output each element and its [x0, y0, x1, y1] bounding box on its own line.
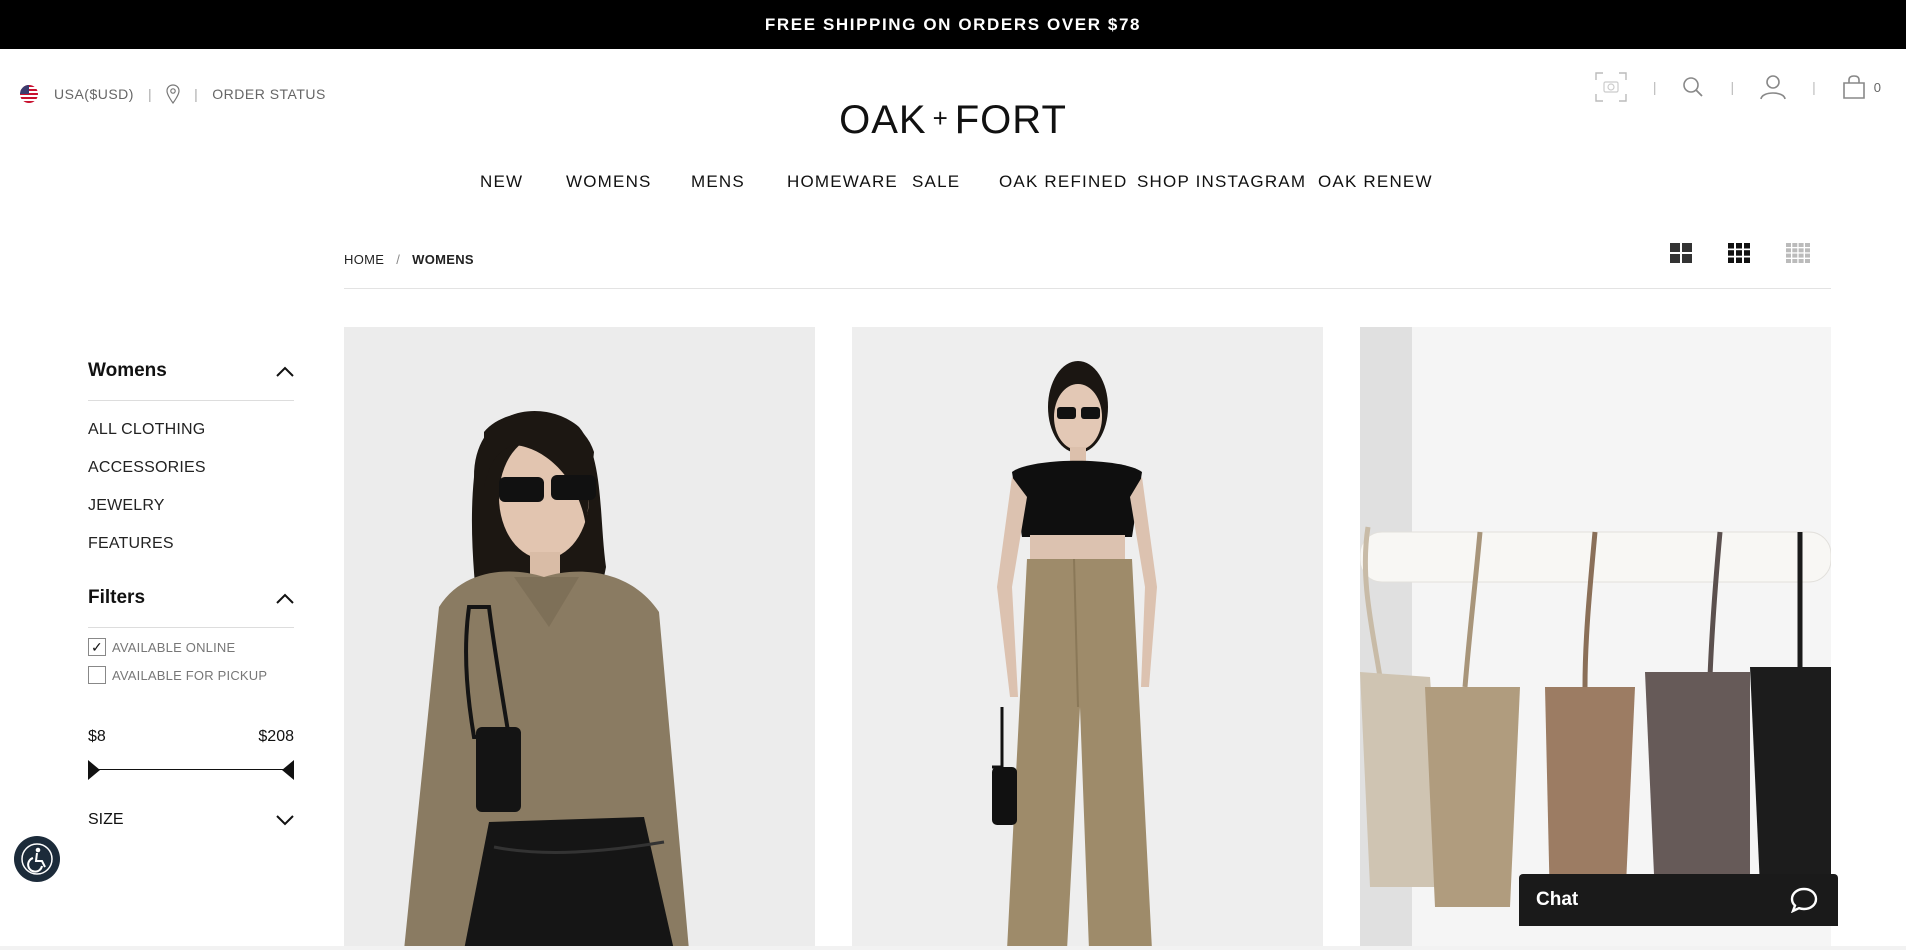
product-card[interactable]: [852, 327, 1323, 950]
filter-available-online[interactable]: ✓ AVAILABLE ONLINE: [88, 638, 294, 656]
checkbox-available-pickup[interactable]: [88, 666, 106, 684]
filters-title: Filters: [88, 587, 146, 608]
slider-track: [94, 769, 288, 770]
breadcrumb-divider: [344, 288, 1831, 289]
main-nav: NEW WOMENS MENS HOMEWARE SALE OAK REFINE…: [0, 172, 1906, 196]
account-icon[interactable]: [1760, 74, 1786, 100]
grid-4-icon[interactable]: [1786, 243, 1810, 263]
filter-available-pickup[interactable]: AVAILABLE FOR PICKUP: [88, 666, 294, 684]
price-max: $208: [258, 728, 294, 745]
size-label: SIZE: [88, 811, 124, 828]
logo-word-right: FORT: [954, 98, 1067, 142]
chevron-up-icon[interactable]: [276, 366, 294, 377]
category-links: ALL CLOTHING ACCESSORIES JEWELRY FEATURE…: [88, 401, 294, 553]
divider: |: [1730, 79, 1735, 95]
sidebar: Womens ALL CLOTHING ACCESSORIES JEWELRY …: [88, 360, 294, 829]
product-image: [344, 327, 815, 950]
chat-widget[interactable]: Chat: [1519, 874, 1838, 926]
product-image: [1360, 327, 1831, 950]
nav-item-mens[interactable]: MENS: [691, 172, 745, 192]
view-toggles: [1670, 243, 1810, 263]
nav-item-oak-renew[interactable]: OAK RENEW: [1318, 172, 1433, 192]
accessibility-button[interactable]: [14, 836, 60, 882]
chat-bubble-icon: [1790, 887, 1818, 913]
chat-label: Chat: [1536, 889, 1579, 910]
filters-header[interactable]: Filters: [88, 587, 294, 628]
sidebar-link-accessories[interactable]: ACCESSORIES: [88, 459, 294, 477]
price-slider[interactable]: [88, 759, 294, 781]
sidebar-link-jewelry[interactable]: JEWELRY: [88, 497, 294, 515]
grid-3-icon[interactable]: [1728, 243, 1750, 263]
category-title: Womens: [88, 360, 167, 381]
filter-label: AVAILABLE ONLINE: [112, 639, 236, 655]
grid-2-icon[interactable]: [1670, 243, 1692, 263]
page-bottom-edge: [0, 946, 1906, 950]
nav-item-homeware[interactable]: HOMEWARE: [787, 172, 898, 192]
chevron-down-icon[interactable]: [276, 814, 294, 826]
logo-plus: +: [932, 103, 949, 133]
divider: |: [1812, 79, 1816, 95]
cart-icon[interactable]: [1842, 75, 1866, 99]
nav-item-new[interactable]: NEW: [480, 172, 523, 192]
promo-text: FREE SHIPPING ON ORDERS OVER $78: [764, 14, 1142, 34]
nav-item-sale[interactable]: SALE: [912, 172, 960, 192]
category-header[interactable]: Womens: [88, 360, 294, 401]
breadcrumb-home[interactable]: HOME: [344, 252, 384, 267]
nav-item-oak-refined[interactable]: OAK REFINED: [999, 172, 1127, 192]
chevron-up-icon[interactable]: [276, 593, 294, 604]
checkbox-available-online[interactable]: ✓: [88, 638, 106, 656]
slider-handle-min[interactable]: [88, 760, 100, 780]
filter-label: AVAILABLE FOR PICKUP: [112, 667, 268, 683]
breadcrumb-current: WOMENS: [412, 252, 474, 267]
breadcrumb: HOME / WOMENS: [344, 252, 474, 267]
site-logo[interactable]: OAK + FORT: [0, 98, 1906, 143]
search-icon[interactable]: [1682, 76, 1704, 98]
nav-item-shop-instagram[interactable]: SHOP INSTAGRAM: [1137, 172, 1306, 192]
divider: |: [1652, 79, 1657, 95]
accessibility-icon: [21, 843, 53, 875]
breadcrumb-separator: /: [396, 252, 401, 267]
filters-section: Filters ✓ AVAILABLE ONLINE AVAILABLE FOR…: [88, 587, 294, 829]
product-card[interactable]: [1360, 327, 1831, 950]
sidebar-link-all-clothing[interactable]: ALL CLOTHING: [88, 421, 294, 439]
cart-count: 0: [1873, 79, 1881, 95]
logo-word-left: OAK: [839, 98, 927, 142]
product-image: [852, 327, 1323, 950]
promo-banner: FREE SHIPPING ON ORDERS OVER $78: [0, 0, 1906, 49]
price-range-labels: $8 $208: [88, 728, 294, 746]
sidebar-link-features[interactable]: FEATURES: [88, 535, 294, 553]
slider-handle-max[interactable]: [282, 760, 294, 780]
price-min: $8: [88, 728, 106, 745]
nav-item-womens[interactable]: WOMENS: [566, 172, 652, 192]
product-card[interactable]: [344, 327, 815, 950]
size-filter-header[interactable]: SIZE: [88, 811, 294, 829]
